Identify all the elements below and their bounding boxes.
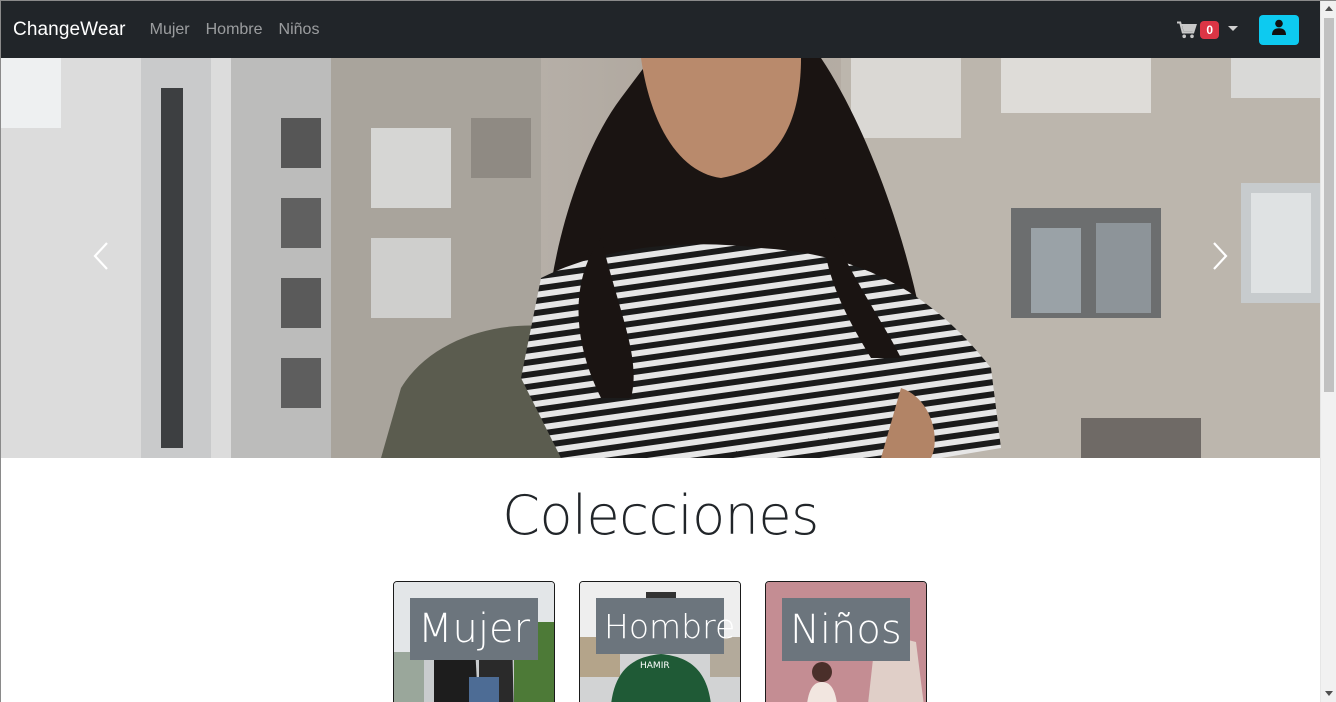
scrollbar-thumb[interactable] bbox=[1324, 18, 1334, 392]
collection-card-mujer[interactable]: Mujer bbox=[393, 581, 555, 702]
navbar-actions: 0 bbox=[1177, 14, 1299, 45]
collection-card-ninos[interactable]: Niños bbox=[765, 581, 927, 702]
nav-link-ninos[interactable]: Niños bbox=[279, 21, 320, 39]
collections-grid: Mujer HAMIR Hombre Niños bbox=[393, 581, 951, 702]
brand-logo[interactable]: ChangeWear bbox=[13, 19, 126, 41]
collection-label-mujer: Mujer bbox=[410, 598, 538, 660]
collection-label-ninos: Niños bbox=[782, 598, 910, 661]
nav-link-mujer[interactable]: Mujer bbox=[150, 21, 190, 39]
user-account-button[interactable] bbox=[1259, 14, 1299, 45]
page-scrollbar[interactable] bbox=[1320, 1, 1336, 702]
carousel-prev-button[interactable] bbox=[1, 58, 201, 458]
navbar: ChangeWear Mujer Hombre Niños 0 bbox=[1, 1, 1320, 58]
cart-dropdown-toggle[interactable]: 0 bbox=[1177, 20, 1238, 39]
hero-carousel bbox=[1, 58, 1320, 458]
collection-card-hombre[interactable]: HAMIR Hombre bbox=[579, 581, 741, 702]
collections-heading: Colecciones bbox=[502, 484, 819, 547]
carousel-next-button[interactable] bbox=[1120, 58, 1320, 458]
nav-link-hombre[interactable]: Hombre bbox=[206, 21, 263, 39]
scroll-up-arrow-icon[interactable] bbox=[1325, 6, 1333, 11]
caret-down-icon bbox=[1228, 26, 1238, 31]
cart-icon bbox=[1177, 21, 1198, 39]
collection-label-hombre: Hombre bbox=[596, 598, 735, 654]
chevron-right-icon bbox=[1210, 241, 1230, 276]
chevron-left-icon bbox=[91, 241, 111, 276]
collection-image-hombre-shirt-text: HAMIR bbox=[640, 661, 670, 671]
scroll-down-arrow-icon[interactable] bbox=[1325, 691, 1333, 696]
cart-count-badge: 0 bbox=[1200, 20, 1219, 39]
user-icon bbox=[1271, 19, 1287, 40]
